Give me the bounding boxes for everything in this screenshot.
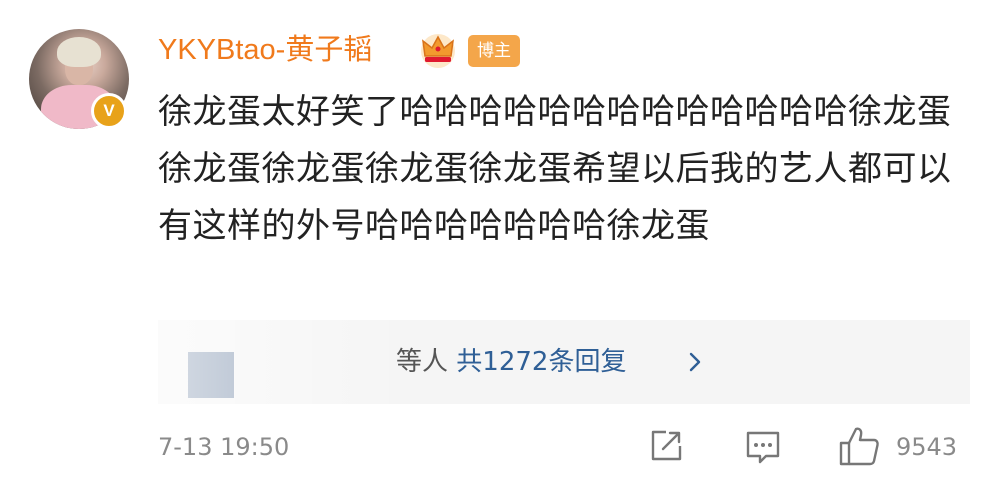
comment-text: 徐龙蛋太好笑了哈哈哈哈哈哈哈哈哈哈哈哈哈徐龙蛋徐龙蛋徐龙蛋徐龙蛋徐龙蛋希望以后我… [158, 92, 952, 246]
timestamp: 7-13 19:50 [158, 433, 290, 461]
username[interactable]: YKYBtao-黄子韬 [158, 30, 372, 70]
reply-prefix: 等人 [396, 347, 449, 377]
chevron-right-icon [689, 352, 701, 372]
share-icon[interactable] [648, 428, 684, 464]
reply-blur-overlay [158, 320, 408, 404]
crown-icon [421, 34, 455, 68]
comment-icon[interactable] [744, 428, 782, 466]
blogger-badge: 博主 [468, 35, 520, 67]
thumbs-up-icon[interactable] [838, 424, 882, 468]
like-count: 9543 [896, 433, 958, 461]
reply-summary[interactable]: 等人 共1272条回复 [396, 342, 626, 382]
reply-preview[interactable]: 等人 共1272条回复 [158, 320, 970, 404]
verified-badge-icon: V [91, 93, 127, 129]
reply-count-link[interactable]: 共1272条回复 [456, 347, 626, 377]
avatar-hair [57, 37, 101, 67]
